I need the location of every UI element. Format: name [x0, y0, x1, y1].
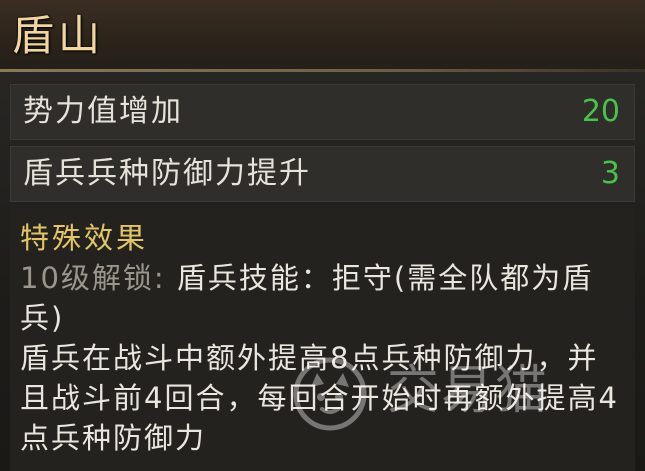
unlock-skill-text: 10级解锁: 盾兵技能：拒守(需全队都为盾兵)	[20, 258, 625, 338]
special-effects-heading: 特殊效果	[20, 221, 149, 255]
title-bar: 盾山	[0, 0, 645, 72]
stat-value: 3	[600, 156, 620, 191]
panel-title: 盾山	[12, 11, 105, 60]
unlock-level-label: 10级解锁:	[20, 261, 166, 295]
stat-label: 盾兵兵种防御力提升	[23, 156, 311, 191]
effect-description: 盾兵在战斗中额外提高8点兵种防御力，并且战斗前4回合，每回合开始时再额外提高4点…	[20, 341, 619, 455]
stat-value: 20	[581, 94, 620, 129]
stat-row-influence: 势力值增加 20	[10, 84, 635, 140]
skill-info-panel: 盾山 势力值增加 20 盾兵兵种防御力提升 3 特殊效果 10级解锁: 盾兵技能…	[0, 0, 645, 471]
special-effects-section: 特殊效果 10级解锁: 盾兵技能：拒守(需全队都为盾兵) 盾兵在战斗中额外提高8…	[10, 208, 635, 471]
stat-row-shield-defense: 盾兵兵种防御力提升 3	[10, 146, 635, 202]
stat-label: 势力值增加	[23, 94, 183, 129]
